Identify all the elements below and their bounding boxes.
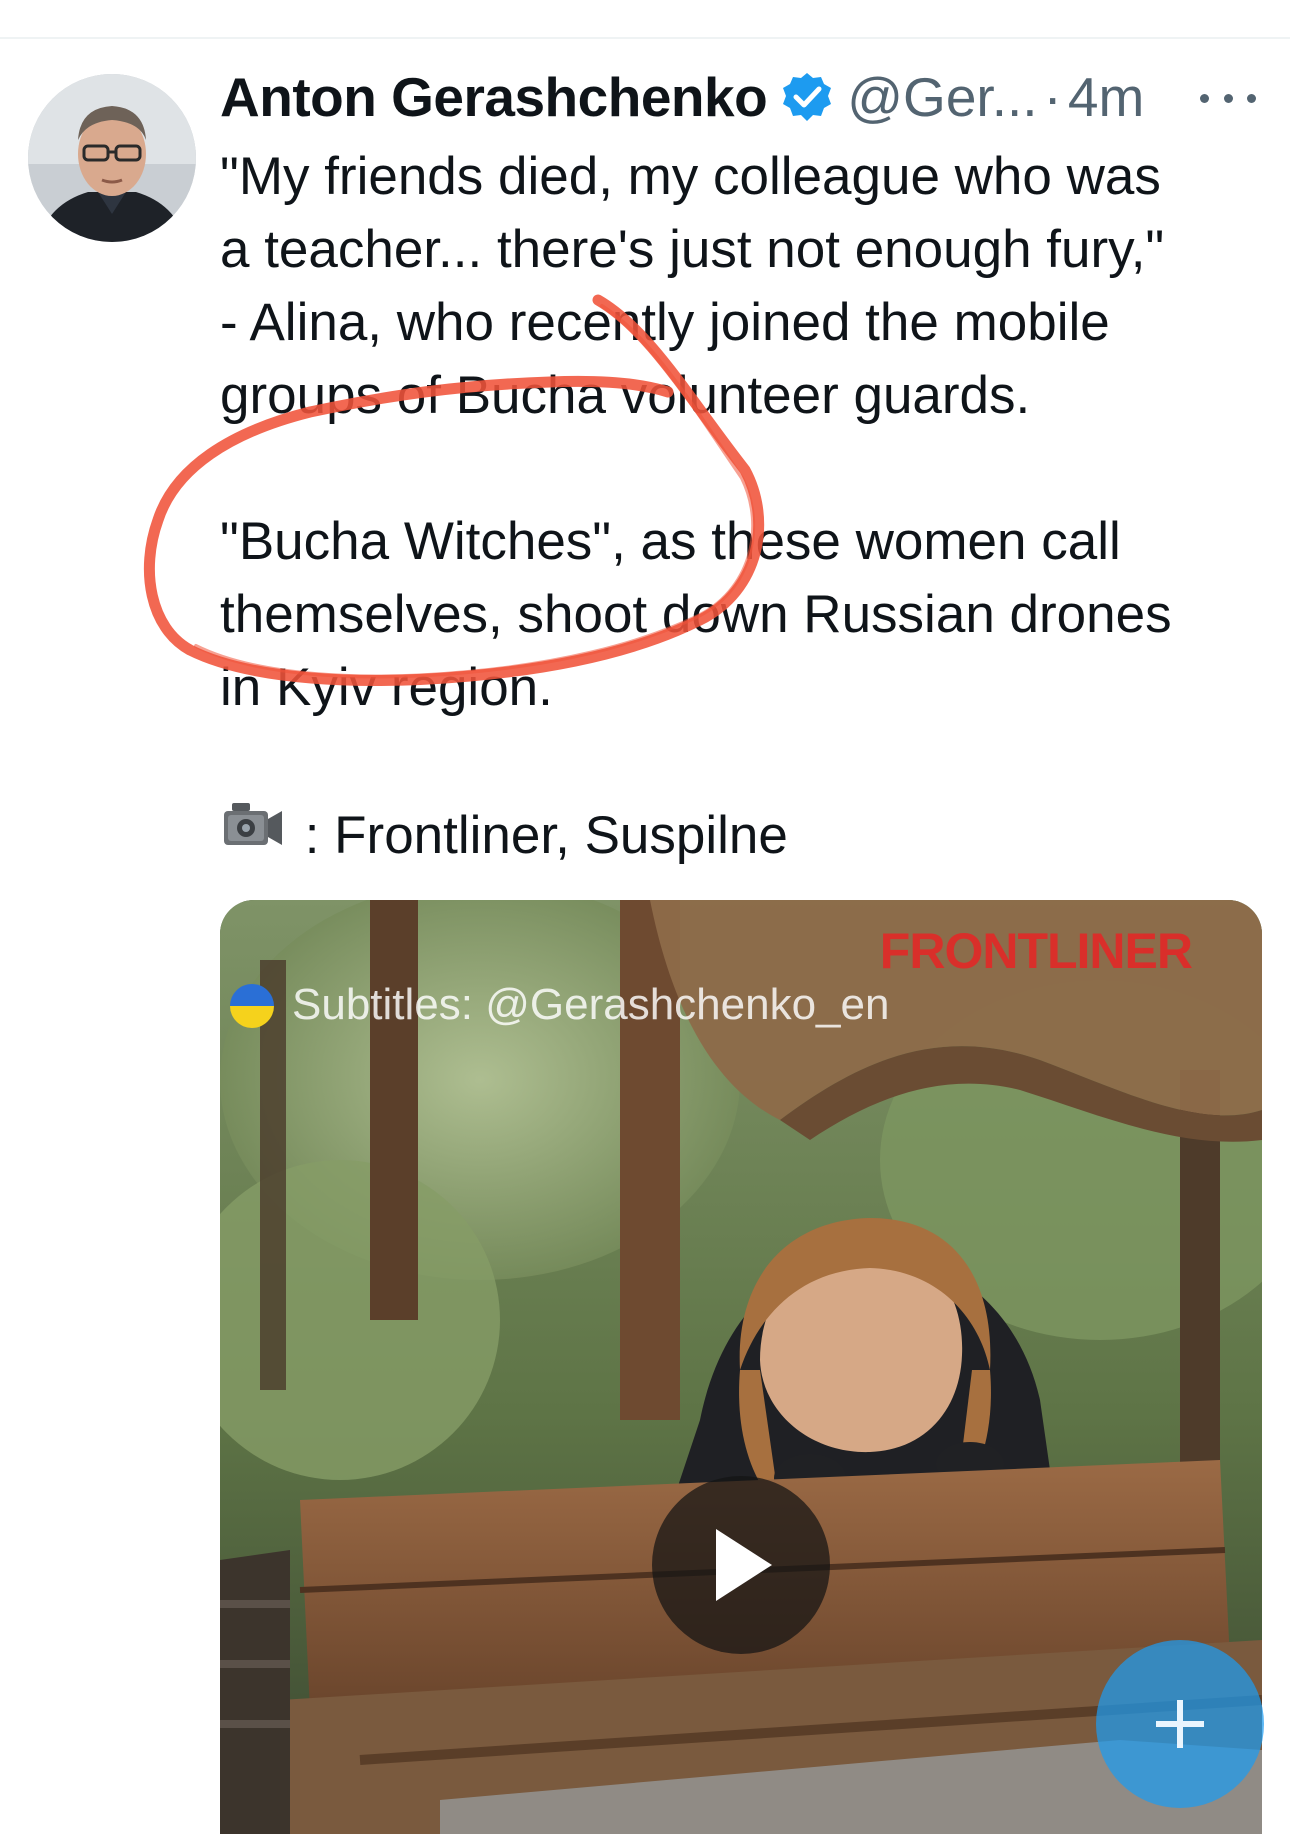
tweet-text: "My friends died, my colleague who was a… — [220, 140, 1270, 872]
ukraine-flag-icon — [230, 984, 274, 1028]
timestamp[interactable]: 4m — [1068, 65, 1144, 129]
watermark-brand: FRONTLINER — [879, 923, 1193, 979]
tweet-text-line: in Kyiv region. — [220, 658, 553, 717]
subtitle-credit: Subtitles: @Gerashchenko_en — [292, 980, 890, 1029]
credit-text: : Frontliner, Suspilne — [304, 806, 788, 865]
tweet-text-line: "Bucha Witches", as these women call — [220, 512, 1121, 571]
tweet-text-line: - Alina, who recently joined the mobile — [220, 293, 1110, 352]
compose-button[interactable] — [1096, 1640, 1264, 1808]
verified-badge-icon — [781, 71, 833, 123]
avatar-photo — [28, 74, 196, 242]
play-button[interactable] — [652, 1476, 830, 1654]
more-icon[interactable] — [1200, 78, 1256, 118]
play-icon — [716, 1529, 772, 1601]
author-name[interactable]: Anton Gerashchenko — [220, 65, 768, 129]
avatar[interactable] — [28, 74, 196, 242]
separator: · — [1043, 66, 1062, 128]
credit-line: : Frontliner, Suspilne — [220, 797, 1270, 872]
author-handle[interactable]: @Ger... — [847, 65, 1037, 129]
video-camera-icon — [220, 797, 286, 853]
tweet-page: Anton Gerashchenko @Ger... · 4m "My frie… — [0, 0, 1290, 1834]
tweet-text-line: a teacher... there's just not enough fur… — [220, 220, 1165, 279]
tweet-text-line: "My friends died, my colleague who was — [220, 147, 1161, 206]
plus-icon — [1156, 1700, 1204, 1748]
tweet-text-line: groups of Bucha volunteer guards. — [220, 366, 1031, 425]
tweet-header: Anton Gerashchenko @Ger... · 4m — [220, 62, 1270, 132]
divider — [0, 37, 1290, 39]
tweet-text-line: themselves, shoot down Russian drones — [220, 585, 1172, 644]
